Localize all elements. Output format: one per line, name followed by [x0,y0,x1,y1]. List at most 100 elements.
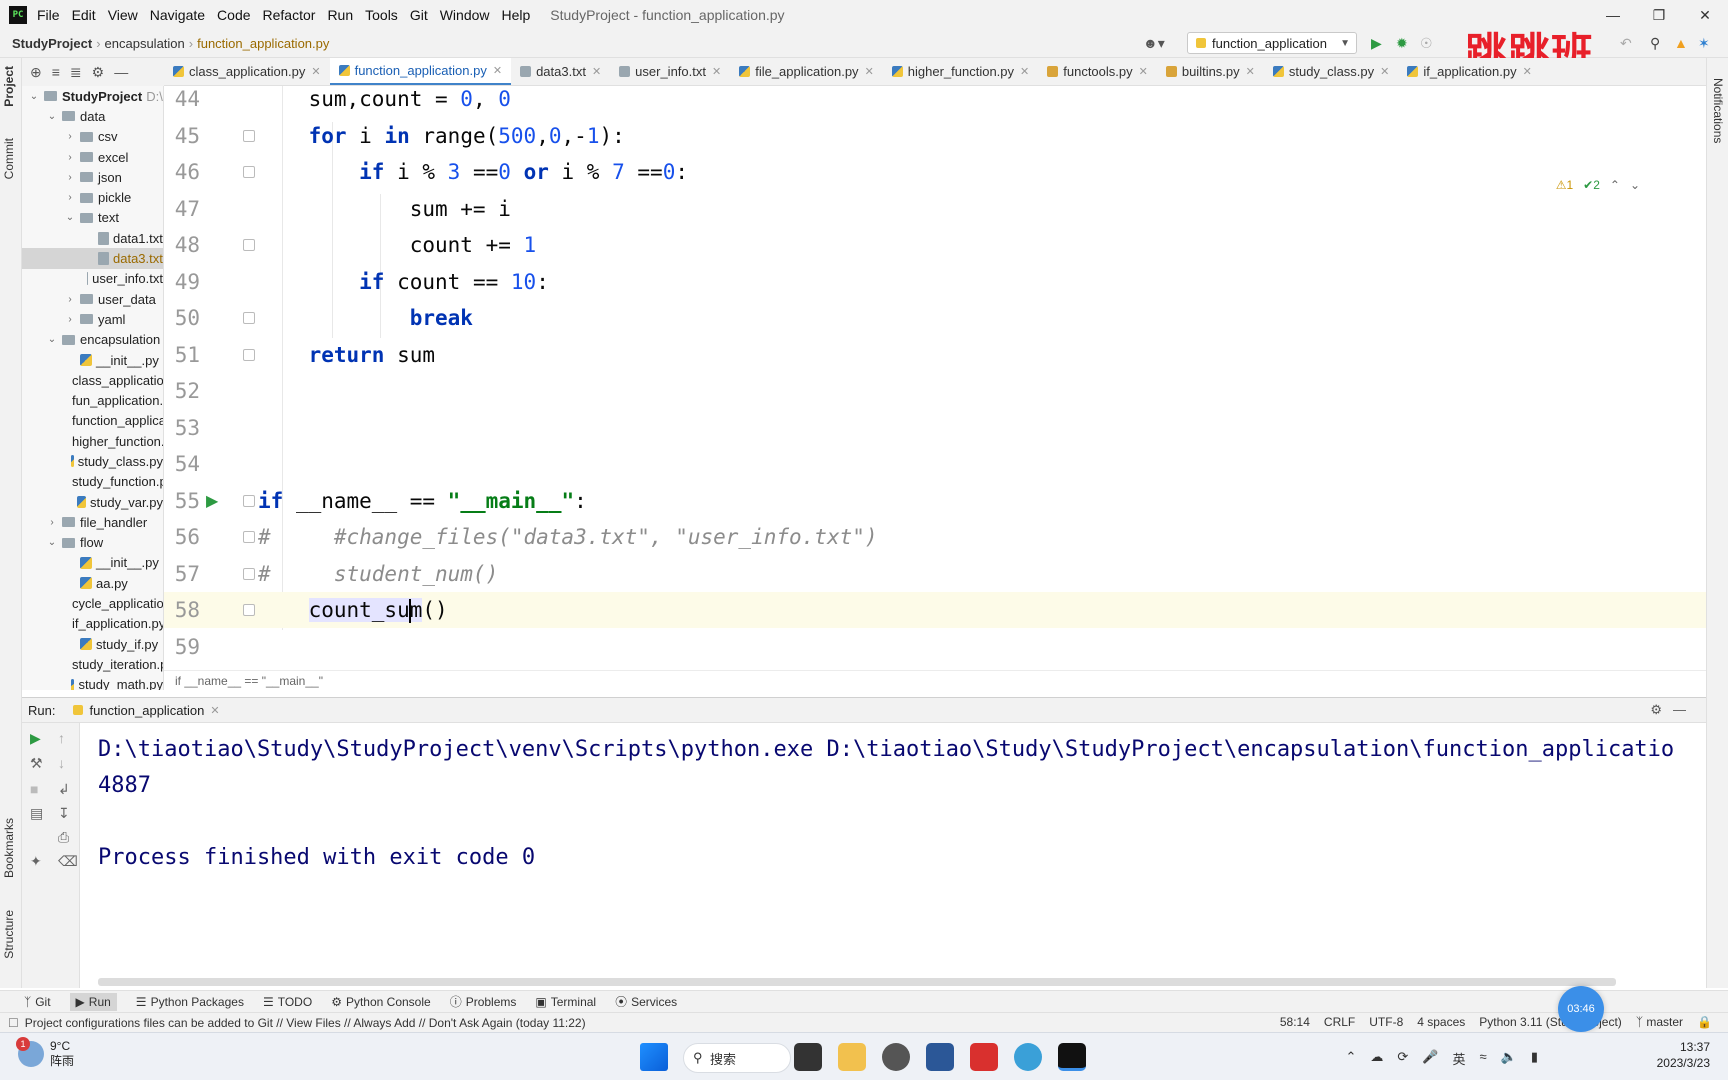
chevron-right-icon[interactable]: › [64,152,76,163]
recording-timer[interactable]: 03:46 [1558,986,1604,1032]
arrow-down-icon[interactable]: ↓ [58,755,65,771]
tree-item[interactable]: study_var.py [22,492,163,512]
locate-icon[interactable]: ⊕ [30,64,42,81]
fold-marker-icon[interactable] [243,494,255,507]
line-number[interactable]: 44 [164,86,200,117]
line-number[interactable]: 51 [164,337,200,373]
taskbar-search[interactable]: ⚲ 搜索 [683,1043,791,1073]
line-number[interactable]: 52 [164,373,200,409]
menu-tools[interactable]: Tools [365,7,398,23]
chevron-down-icon[interactable]: ⌄ [46,111,58,122]
line-number[interactable]: 48 [164,227,200,263]
xmind-icon[interactable] [970,1043,998,1071]
tree-item[interactable]: aa.py [22,573,163,593]
tree-item[interactable]: function_application.py [22,411,163,431]
line-number[interactable]: 54 [164,446,200,482]
tree-item[interactable]: › csv [22,127,163,147]
pin-icon[interactable]: ✦ [30,853,42,870]
cloud-icon[interactable]: ☁ [1370,1049,1383,1068]
tree-item[interactable]: ⌄ text [22,208,163,228]
stop-icon[interactable]: ■ [30,781,38,797]
git-branch[interactable]: ᛉ master [1636,1015,1683,1029]
tree-item[interactable]: study_iteration.py [22,654,163,674]
microphone-icon[interactable]: 🎤 [1422,1049,1438,1068]
battery-icon[interactable]: ▮ [1531,1049,1538,1068]
plugin-icon[interactable]: ✶ [1698,35,1710,52]
fold-marker-icon[interactable] [243,166,255,178]
tree-item[interactable]: ⌄ encapsulation [22,330,163,350]
fold-marker-icon[interactable] [243,129,255,142]
tree-item[interactable]: cycle_application.py [22,593,163,613]
tree-item[interactable]: study_math.py [22,675,163,690]
run-tab[interactable]: function_application ✕ [73,703,220,718]
fold-marker-icon[interactable] [243,531,255,543]
line-number[interactable]: 56 [164,519,200,555]
bookmarks-tool-label[interactable]: Bookmarks [2,818,16,878]
caret-position[interactable]: 58:14 [1280,1015,1310,1029]
line-number[interactable]: 47 [164,191,200,227]
minimize-icon[interactable]: — [1590,0,1636,30]
chevron-right-icon[interactable]: › [64,172,76,183]
tree-item[interactable]: fun_application.py [22,390,163,410]
indent-setting[interactable]: 4 spaces [1417,1015,1465,1029]
gear-icon[interactable]: ⚙ [1650,702,1662,718]
fold-marker-icon[interactable] [243,604,255,616]
tree-item[interactable]: › file_handler [22,512,163,532]
hide-icon[interactable]: — [114,64,128,80]
editor-tab[interactable]: file_application.py ✕ [730,58,883,85]
editor-tab[interactable]: function_application.py ✕ [329,58,512,85]
notifications-tool-label[interactable]: Notifications [1711,78,1725,143]
update-icon[interactable]: ▲ [1674,35,1688,51]
tree-item[interactable]: user_info.txt [22,269,163,289]
fold-marker-icon[interactable] [243,348,255,361]
close-icon[interactable]: ✕ [210,704,219,717]
tree-item[interactable]: ⌄ flow [22,533,163,553]
coverage-icon[interactable]: ☉ [1420,35,1433,52]
menu-navigate[interactable]: Navigate [150,7,205,23]
tree-item[interactable]: study_class.py [22,451,163,471]
collapse-all-icon[interactable]: ≣ [70,64,82,81]
tool-tab-problems[interactable]: ⓘ Problems [450,993,517,1010]
close-icon[interactable]: ✕ [1020,65,1029,78]
tree-item[interactable]: __init__.py [22,350,163,370]
task-view-icon[interactable] [794,1043,822,1071]
close-icon[interactable]: ✕ [712,65,721,78]
line-separator[interactable]: CRLF [1324,1015,1355,1029]
rerun-icon[interactable]: ▶ [30,730,41,747]
line-number[interactable]: 53 [164,410,200,446]
fold-marker-icon[interactable] [243,567,255,580]
user-icon[interactable]: ☻▾ [1143,35,1165,52]
console-horizontal-scrollbar[interactable] [98,978,1616,986]
chevron-right-icon[interactable]: › [64,294,76,305]
tree-item[interactable]: › excel [22,147,163,167]
menu-window[interactable]: Window [440,7,490,23]
menu-code[interactable]: Code [217,7,250,23]
editor-tab[interactable]: study_class.py ✕ [1264,58,1398,85]
word-icon[interactable] [926,1043,954,1071]
menu-git[interactable]: Git [410,7,428,23]
line-number[interactable]: 49 [164,264,200,300]
chevron-right-icon[interactable]: › [64,192,76,203]
tool-tab-python-packages[interactable]: ☰ Python Packages [136,995,244,1009]
wifi-icon[interactable]: ≈ [1480,1049,1487,1068]
line-number[interactable]: 57 [164,556,200,592]
line-number[interactable]: 46 [164,154,200,190]
structure-tool-label[interactable]: Structure [2,910,16,959]
tree-item[interactable]: study_if.py [22,634,163,654]
close-icon[interactable]: ✕ [865,65,874,78]
tree-item[interactable]: › pickle [22,187,163,207]
editor-tab[interactable]: user_info.txt ✕ [610,58,730,85]
tool-tab-terminal[interactable]: ▣ Terminal [535,995,596,1009]
run-console[interactable]: D:\tiaotiao\Study\StudyProject\venv\Scri… [80,723,1706,988]
chevron-down-icon[interactable]: ⌄ [28,91,40,102]
close-icon[interactable]: ✕ [1246,65,1255,78]
close-icon[interactable]: ✕ [311,65,320,78]
clock[interactable]: 13:37 2023/3/23 [1657,1039,1710,1071]
undo-icon[interactable]: ↶ [1620,35,1632,52]
volume-icon[interactable]: 🔈 [1501,1049,1517,1068]
tree-item[interactable]: higher_function.py [22,431,163,451]
editor-tab[interactable]: functools.py ✕ [1038,58,1157,85]
close-icon[interactable]: ✕ [592,65,601,78]
menu-refactor[interactable]: Refactor [263,7,316,23]
restore-icon[interactable]: ❐ [1636,0,1682,30]
